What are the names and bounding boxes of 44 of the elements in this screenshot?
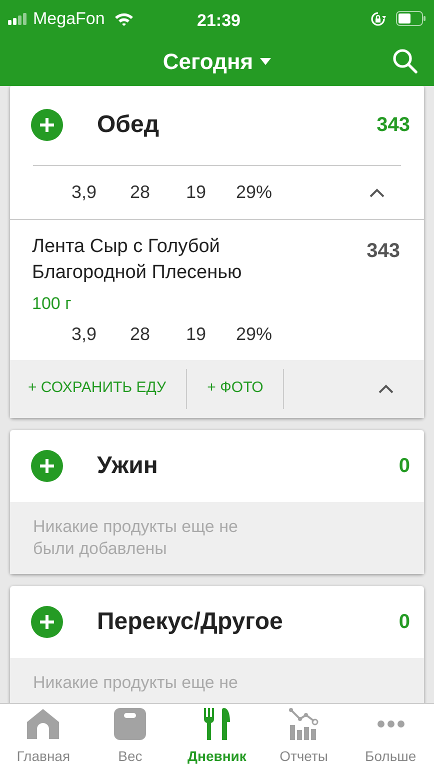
collapse-icon[interactable]: [378, 384, 394, 394]
tab-item[interactable]: Дневник: [174, 704, 260, 770]
tab-item[interactable]: Главная: [0, 704, 87, 770]
action-link[interactable]: + СОХРАНИТЬ ЕДУ: [10, 368, 188, 408]
nutrient-value: 19: [184, 181, 208, 204]
tab-item[interactable]: Больше: [347, 704, 434, 770]
nutrient-value: 19: [184, 322, 208, 346]
action-link[interactable]: + ФОТО: [187, 368, 284, 408]
tab-item[interactable]: Вес: [86, 704, 174, 770]
scale-icon: [114, 708, 146, 740]
caret-icon: [260, 58, 272, 65]
meal-calories: 0: [398, 454, 410, 478]
nutrient-value: 28: [128, 322, 152, 346]
meal-calories: 0: [398, 610, 410, 634]
add-button[interactable]: [31, 109, 63, 141]
battery-icon: [396, 11, 426, 26]
meal-title: Перекус/Другое: [97, 606, 283, 636]
status-time: 21:39: [197, 10, 240, 32]
meal-calories: 343: [376, 113, 410, 138]
food-calories: 343: [366, 239, 400, 264]
meal-title: Обед: [97, 110, 160, 140]
collapse-icon[interactable]: [369, 188, 385, 198]
carrier-name: MegaFon: [33, 8, 105, 30]
meal-title: Ужин: [97, 450, 158, 480]
add-button[interactable]: [31, 606, 63, 638]
rotation-lock-icon: [370, 10, 386, 26]
add-button[interactable]: [31, 450, 63, 482]
wifi-icon: [114, 12, 134, 26]
empty-message: Никакие продукты еще не были добавлены: [33, 516, 239, 560]
tab-item[interactable]: Отчеты: [260, 704, 348, 770]
nutrient-value: 3,9: [70, 322, 98, 346]
fork-knife-icon: [204, 708, 230, 740]
nutrient-value: 29%: [234, 181, 274, 204]
nutrient-value: 29%: [234, 322, 274, 346]
house-icon: [27, 709, 60, 739]
food-name: Лента Сыр с Голубой Благородной Плесенью: [32, 235, 243, 285]
date-dropdown[interactable]: Сегодня: [162, 45, 272, 78]
search-icon[interactable]: [392, 48, 418, 74]
nutrient-value: 3,9: [70, 181, 98, 204]
nutrient-value: 28: [128, 181, 152, 204]
more-icon: [376, 720, 405, 728]
food-amount: 100 г: [32, 293, 72, 315]
chart-icon: [288, 708, 319, 740]
empty-message: Никакие продукты еще не: [33, 672, 239, 694]
